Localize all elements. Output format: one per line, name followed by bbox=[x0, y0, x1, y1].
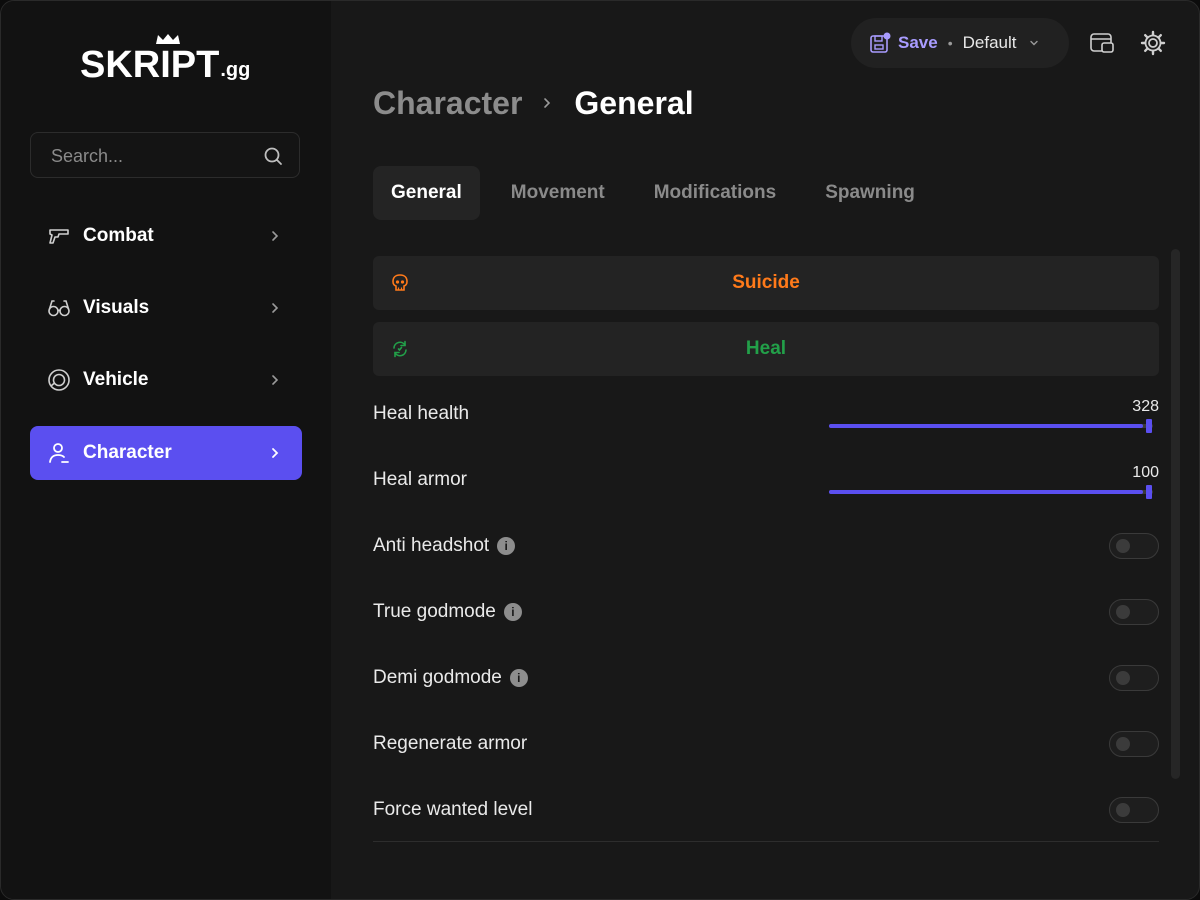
chevron-down-icon[interactable] bbox=[1028, 37, 1040, 49]
sidebar-item-label: Vehicle bbox=[83, 369, 149, 390]
sidebar-item-character[interactable]: Character bbox=[30, 426, 302, 480]
chevron-right-icon bbox=[272, 375, 279, 385]
crown-icon bbox=[156, 34, 180, 44]
sidebar-item-label: Character bbox=[83, 442, 172, 463]
tab-bar: General Movement Modifications Spawning bbox=[373, 166, 946, 220]
save-icon[interactable] bbox=[869, 32, 891, 54]
force-wanted-level-toggle[interactable] bbox=[1109, 797, 1159, 823]
tab-movement[interactable]: Movement bbox=[493, 166, 623, 220]
logo: SKRIPT .gg bbox=[80, 34, 251, 86]
steering-wheel-icon bbox=[48, 369, 70, 391]
force-wanted-level-row: Force wanted level bbox=[373, 790, 1159, 830]
logo-text: SKRIPT bbox=[80, 44, 220, 86]
search-box bbox=[30, 132, 300, 179]
search-icon[interactable] bbox=[263, 146, 283, 166]
tab-general[interactable]: General bbox=[373, 166, 480, 220]
save-profile-bar: Save • Default bbox=[851, 18, 1069, 68]
suicide-button[interactable]: Suicide bbox=[373, 256, 1159, 310]
save-button[interactable]: Save bbox=[898, 33, 938, 53]
gear-icon[interactable] bbox=[1140, 30, 1166, 56]
demi-godmode-row: Demi godmode i bbox=[373, 658, 1159, 698]
regenerate-armor-label: Regenerate armor bbox=[373, 733, 528, 754]
chevron-right-icon bbox=[272, 303, 279, 313]
info-icon[interactable]: i bbox=[509, 669, 528, 687]
toggle-knob bbox=[1116, 605, 1130, 619]
toggle-knob bbox=[1116, 803, 1130, 817]
true-godmode-label: True godmode bbox=[373, 601, 496, 622]
profile-select[interactable]: Default bbox=[963, 33, 1017, 53]
window-icon[interactable] bbox=[1089, 30, 1115, 56]
chevron-right-icon bbox=[272, 231, 279, 241]
tab-spawning[interactable]: Spawning bbox=[807, 166, 933, 220]
sidebar-item-vehicle[interactable]: Vehicle bbox=[30, 353, 302, 407]
heal-health-value: 328 bbox=[1132, 398, 1159, 415]
slider-fill bbox=[829, 424, 1143, 428]
scrollbar[interactable] bbox=[1171, 249, 1180, 779]
separator: • bbox=[947, 35, 953, 51]
toggle-knob bbox=[1116, 737, 1130, 751]
heal-label: Heal bbox=[745, 338, 787, 359]
sidebar-item-label: Visuals bbox=[83, 297, 150, 318]
sidebar-item-visuals[interactable]: Visuals bbox=[30, 281, 302, 335]
search-input[interactable] bbox=[49, 133, 253, 179]
pistol-icon bbox=[49, 229, 69, 244]
tab-modifications[interactable]: Modifications bbox=[636, 166, 794, 220]
chevron-right-icon bbox=[272, 448, 279, 458]
true-godmode-row: True godmode i bbox=[373, 592, 1159, 632]
heal-health-label: Heal health bbox=[373, 403, 470, 424]
anti-headshot-row: Anti headshot i bbox=[373, 526, 1159, 566]
slider-fill bbox=[829, 490, 1143, 494]
user-icon bbox=[49, 443, 69, 463]
heal-health-slider[interactable] bbox=[829, 416, 1153, 436]
force-wanted-level-label: Force wanted level bbox=[373, 799, 533, 820]
divider bbox=[373, 841, 1159, 842]
chevron-right-icon bbox=[544, 98, 551, 108]
breadcrumb-parent[interactable]: Character bbox=[373, 85, 522, 122]
regenerate-armor-toggle[interactable] bbox=[1109, 731, 1159, 757]
sidebar: SKRIPT .gg Combat bbox=[1, 1, 331, 899]
suicide-label: Suicide bbox=[732, 272, 800, 293]
anti-headshot-toggle[interactable] bbox=[1109, 533, 1159, 559]
anti-headshot-label: Anti headshot bbox=[373, 535, 490, 556]
heal-health-row: Heal health 328 bbox=[373, 394, 1159, 434]
page-title: General bbox=[574, 84, 694, 121]
glasses-icon bbox=[48, 300, 70, 317]
true-godmode-toggle[interactable] bbox=[1109, 599, 1159, 625]
info-icon[interactable]: i bbox=[497, 537, 516, 555]
breadcrumb: Character General bbox=[373, 81, 694, 125]
info-icon[interactable]: i bbox=[503, 603, 522, 621]
heal-armor-value: 100 bbox=[1132, 464, 1159, 481]
logo-suffix: .gg bbox=[220, 59, 251, 81]
app-window: SKRIPT .gg Combat bbox=[0, 0, 1200, 900]
heal-button[interactable]: Heal bbox=[373, 322, 1159, 376]
toggle-knob bbox=[1116, 539, 1130, 553]
demi-godmode-toggle[interactable] bbox=[1109, 665, 1159, 691]
slider-thumb[interactable] bbox=[1146, 485, 1152, 499]
heal-armor-label: Heal armor bbox=[373, 469, 467, 490]
toggle-knob bbox=[1116, 671, 1130, 685]
slider-thumb[interactable] bbox=[1146, 419, 1152, 433]
regenerate-armor-row: Regenerate armor bbox=[373, 724, 1159, 764]
sidebar-item-label: Combat bbox=[83, 225, 154, 246]
heal-armor-slider[interactable] bbox=[829, 482, 1153, 502]
heal-armor-row: Heal armor 100 bbox=[373, 460, 1159, 500]
sidebar-item-combat[interactable]: Combat bbox=[30, 209, 302, 263]
demi-godmode-label: Demi godmode bbox=[373, 667, 502, 688]
